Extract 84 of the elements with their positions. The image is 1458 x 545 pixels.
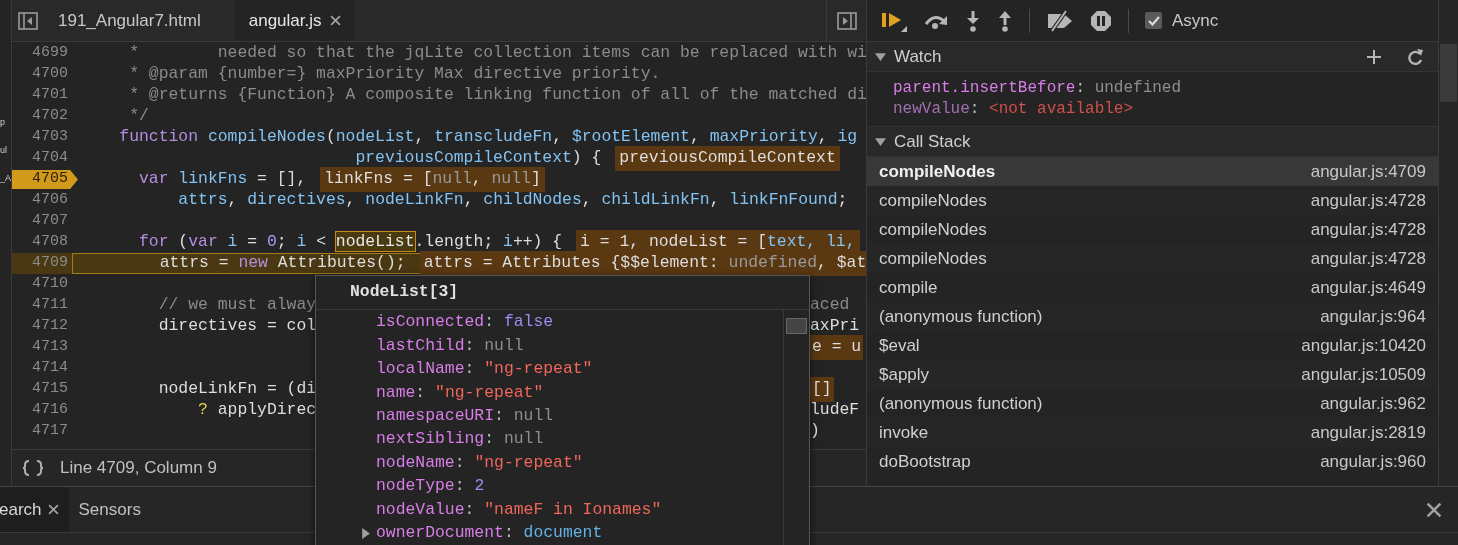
scrollbar-thumb[interactable]	[786, 318, 807, 334]
line-number: 4701	[32, 85, 69, 106]
line-number: 4710	[32, 274, 69, 295]
code-line: for (var i = 0; i < nodeList.length; i++) {	[138, 231, 563, 254]
close-tab-icon[interactable]	[47, 504, 59, 515]
inline-value: previousCompileContext	[615, 146, 840, 171]
cursor-position: Line 4709, Column 9	[60, 457, 217, 480]
line-number: 4714	[32, 358, 69, 379]
popover-title: NodeList[3]	[350, 281, 459, 304]
expand-triangle-icon[interactable]	[360, 527, 371, 539]
line-number: 4712	[32, 316, 69, 337]
line-number: 4715	[32, 379, 69, 400]
line-number: 4709	[32, 253, 69, 274]
toggle-navigator-icon[interactable]	[18, 11, 38, 30]
property-entry[interactable]: ownerDocument: document	[376, 520, 603, 545]
drawer-tab[interactable]: Sensors	[68, 487, 151, 532]
section-header[interactable]: Watch	[867, 42, 1438, 72]
line-number[interactable]: 4705	[12, 170, 78, 189]
add-icon[interactable]	[1366, 48, 1382, 65]
line-number: 4703	[32, 127, 69, 148]
cropped-label: p	[0, 116, 6, 129]
property-entry[interactable]: lastChild: null	[376, 333, 524, 359]
code-line: nodeLinkFn = (di	[157, 378, 317, 401]
step-out-icon[interactable]	[997, 9, 1013, 32]
line-number: 4708	[32, 232, 69, 253]
code-line: ludeF	[810, 399, 860, 422]
cropped-label: ul	[0, 144, 8, 157]
close-drawer-icon[interactable]	[1426, 501, 1442, 518]
code-line: previousCompileContext) {	[354, 147, 602, 170]
code-line: */	[128, 105, 149, 128]
inline-value: linkFns = [null, null]	[320, 167, 545, 192]
toggle-debugger-icon[interactable]	[836, 11, 857, 30]
close-tab-icon[interactable]	[329, 15, 341, 26]
line-number: 4713	[32, 337, 69, 358]
property-entry[interactable]: isConnected: false	[376, 310, 554, 335]
property-entry[interactable]: nodeType: 2	[376, 474, 485, 499]
property-entry[interactable]: namespaceURI: null	[376, 403, 554, 429]
line-number: 4717	[32, 421, 69, 442]
inline-value: attrs = Attributes {$$element: undefined, $at	[419, 251, 866, 276]
line-number: 4702	[32, 106, 69, 127]
code-line: // we must alway	[157, 294, 317, 317]
code-line: var linkFns = [],	[138, 168, 307, 191]
property-entry[interactable]: localName: "ng-repeat"	[376, 357, 593, 382]
pretty-print-icon[interactable]	[22, 459, 44, 477]
call-frame[interactable]: compileNodes angular.js:4709	[867, 157, 1438, 186]
inline-value: e = u	[810, 335, 864, 360]
pause-on-exceptions-icon[interactable]	[1090, 9, 1112, 32]
code-line: )	[810, 420, 820, 443]
refresh-icon[interactable]	[1408, 47, 1424, 66]
async-checkbox[interactable]	[1145, 12, 1162, 29]
line-number: 4711	[32, 295, 69, 316]
code-line: * @returns {Function} A composite linking function of all of the matched di	[128, 84, 866, 107]
expand-triangle-icon[interactable]	[875, 136, 886, 147]
line-number: 4699	[32, 43, 69, 64]
property-entry[interactable]: nodeValue: "nameF in Ionames"	[376, 497, 662, 523]
code-line: function compileNodes(nodeList, transcludeFn, $rootElement, maxPriority, ig	[118, 126, 858, 149]
line-number: 4707	[32, 211, 69, 232]
code-line: aced	[810, 294, 850, 317]
code-line: directives = col	[157, 315, 317, 338]
line-number: 4716	[32, 400, 69, 421]
expand-triangle-icon[interactable]	[875, 51, 886, 62]
inline-value: []	[810, 377, 834, 402]
property-entry[interactable]: nextSibling: null	[376, 427, 544, 452]
editor-tab[interactable]: angular.js	[234, 0, 355, 41]
watch-expression: parent.insertBefore: undefined	[893, 78, 1183, 99]
line-number: 4700	[32, 64, 69, 85]
code-line: attrs = new Attributes();	[158, 252, 406, 275]
editor-tab[interactable]: 191_Angular7.html	[44, 0, 215, 41]
watch-expression: newValue: <not available>	[893, 99, 1135, 120]
code-line: axPri	[810, 315, 860, 338]
code-line: * @param {number=} maxPriority Max directive priority.	[128, 63, 661, 86]
code-line: attrs, directives, nodeLinkFn, childNodes, childLinkFn, linkFnFound;	[177, 189, 848, 212]
code-line: ? applyDirec	[197, 399, 317, 422]
code-line: * needed so that the jqLite collection items can be replaced with wi	[128, 42, 866, 65]
cropped-label: _A	[0, 172, 11, 185]
line-number: 4706	[32, 190, 69, 211]
property-entry[interactable]: nodeName: "ng-repeat"	[376, 450, 583, 476]
property-entry[interactable]: name: "ng-repeat"	[376, 380, 544, 406]
deactivate-breakpoints-icon[interactable]	[1046, 9, 1074, 32]
drawer-tab[interactable]: earch	[0, 487, 69, 532]
section-header[interactable]: Call Stack	[867, 127, 1438, 157]
line-number: 4704	[32, 148, 69, 169]
step-into-icon[interactable]	[965, 9, 981, 32]
async-label: Async	[1172, 9, 1219, 32]
